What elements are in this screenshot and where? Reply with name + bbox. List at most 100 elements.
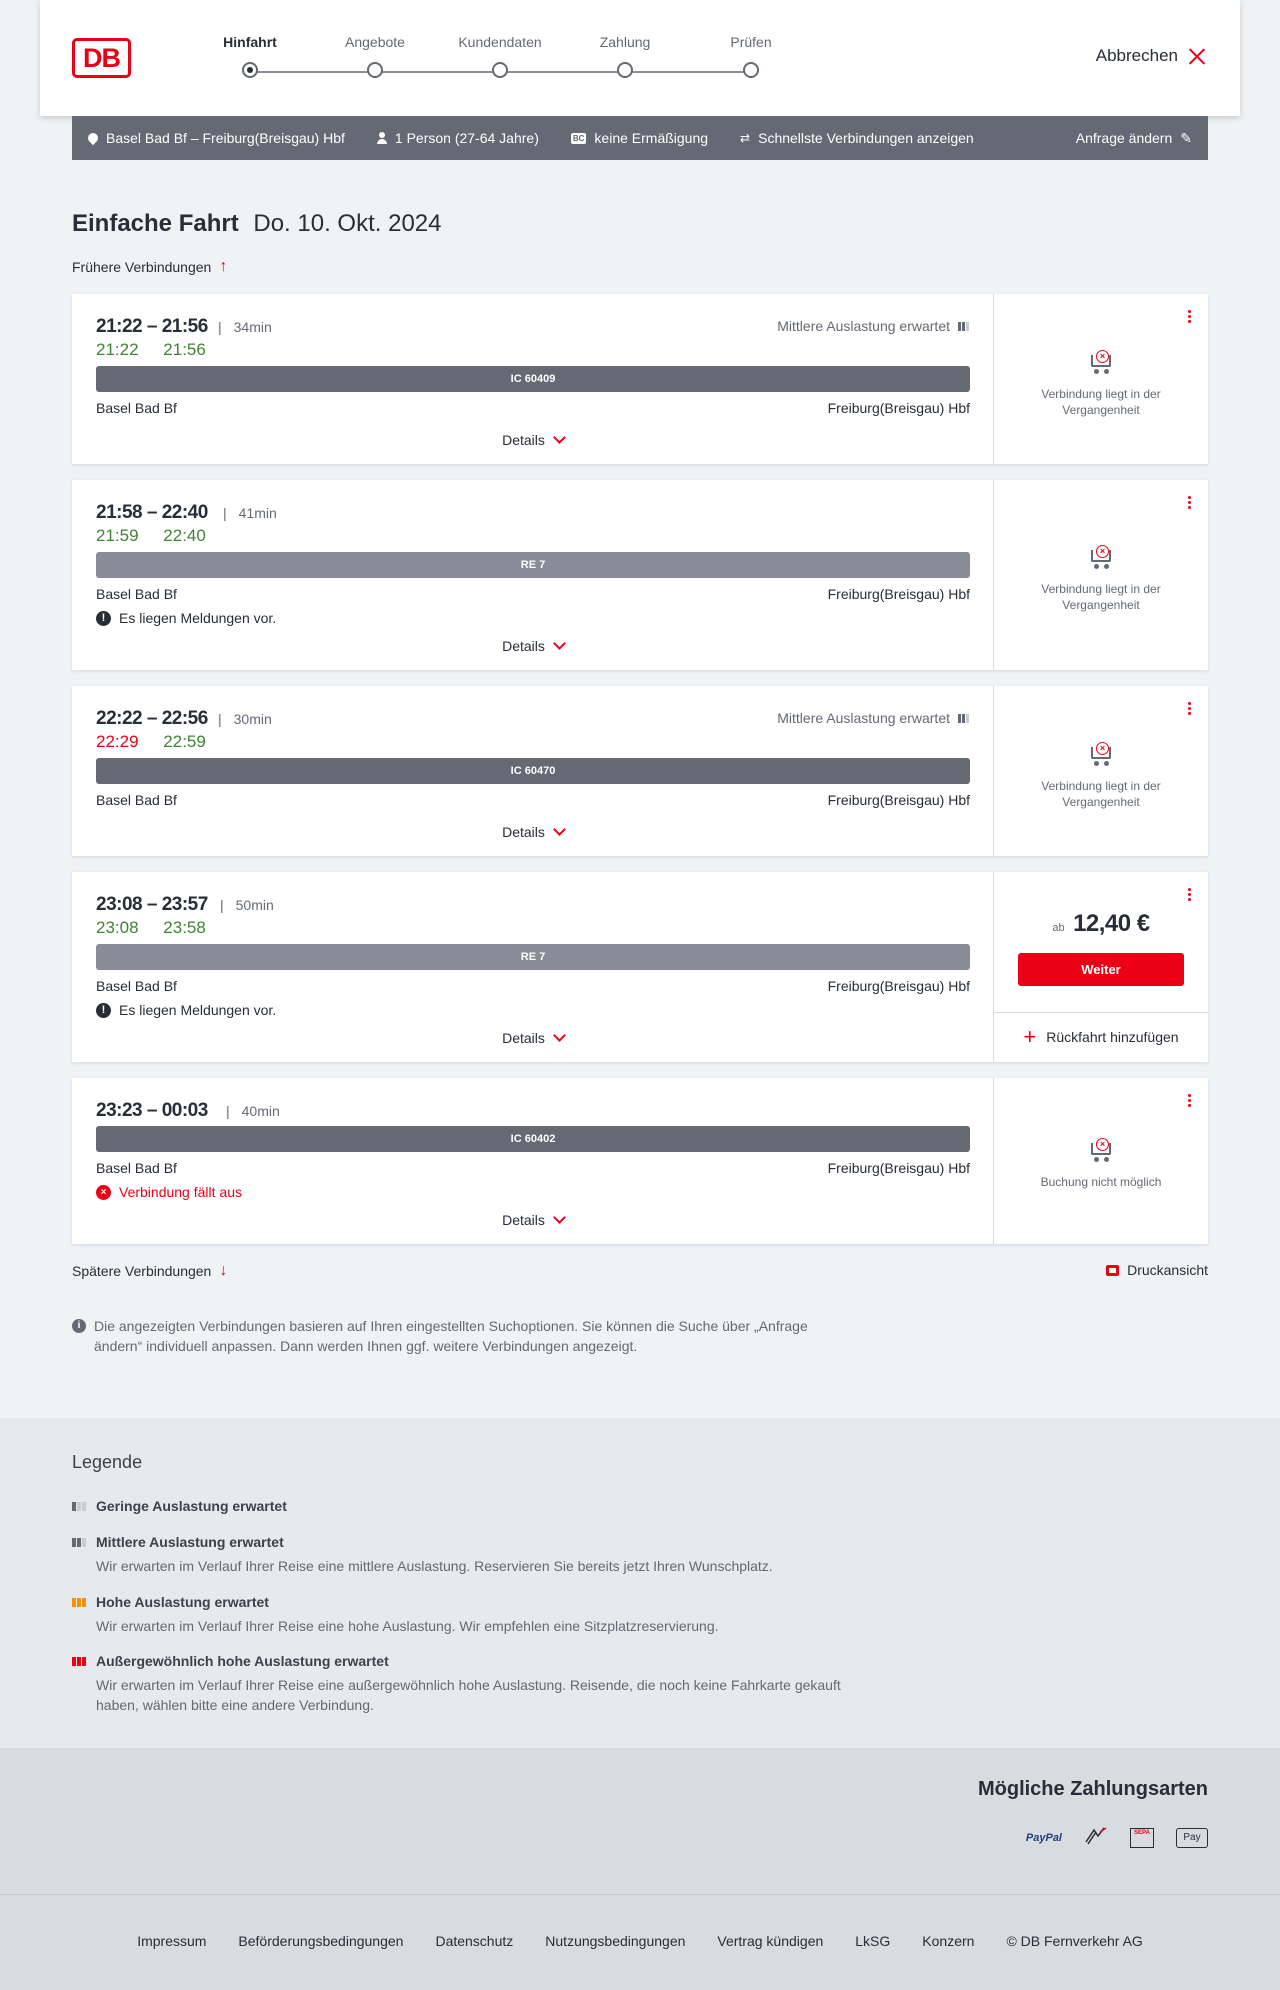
connection-card: 22:22 – 22:56 30min Mittlere Auslastung … (72, 686, 1208, 856)
planned-times: 22:22 – 22:56 (96, 708, 208, 729)
origin-station: Basel Bad Bf (96, 586, 177, 602)
legend-item-title: Außergewöhnlich hohe Auslastung erwartet (96, 1653, 389, 1669)
cart-unavailable-icon: × (1088, 1138, 1114, 1162)
footer-link-impressum[interactable]: Impressum (137, 1933, 206, 1949)
connection-info[interactable]: 23:08 – 23:57 50min 23:08 23:58 RE 7 Bas… (72, 872, 994, 1062)
chevron-down-icon (553, 823, 566, 836)
step-dot (367, 62, 383, 78)
legend-item-medium: Mittlere Auslastung erwartet Wir erwarte… (72, 1534, 852, 1576)
step-label: Zahlung (599, 34, 651, 50)
discount-summary: BC keine Ermäßigung (570, 130, 708, 146)
sepa-icon: SEPA (1130, 1827, 1154, 1848)
realtime-times: 22:29 22:59 (96, 732, 226, 752)
footer-link-vertrag-kuendigen[interactable]: Vertrag kündigen (717, 1933, 823, 1949)
footer-links: Impressum Beförderungsbedingungen Datens… (0, 1933, 1280, 1949)
step-label: Prüfen (730, 34, 772, 50)
legend-section: Legende Geringe Auslastung erwartet Mitt… (0, 1418, 1280, 1748)
train-bar[interactable]: IC 60409 (96, 366, 970, 392)
details-label: Details (502, 1030, 545, 1046)
fastest-summary: ⇄ Schnellste Verbindungen anzeigen (740, 130, 974, 146)
cancel-button[interactable]: Abbrechen (1096, 46, 1206, 66)
chevron-down-icon (553, 637, 566, 650)
past-connection-info: × Verbindung liegt in der Vergangenheit (994, 350, 1208, 418)
planned-times: 21:58 – 22:40 (96, 502, 208, 523)
details-toggle[interactable]: Details (72, 637, 994, 654)
print-view-link[interactable]: Druckansicht (1106, 1262, 1208, 1278)
train-bar[interactable]: IC 60402 (96, 1126, 970, 1152)
destination-station: Freiburg(Breisgau) Hbf (827, 586, 970, 602)
connection-info[interactable]: 22:22 – 22:56 30min Mittlere Auslastung … (72, 686, 994, 856)
more-options-icon[interactable] (1188, 888, 1192, 901)
occupancy-text: Mittlere Auslastung erwartet (777, 710, 950, 726)
footer-link-konzern[interactable]: Konzern (922, 1933, 974, 1949)
past-connection-text: Verbindung liegt in der Vergangenheit (1041, 582, 1161, 612)
details-toggle[interactable]: Details (72, 431, 994, 448)
realtime-departure: 23:08 (96, 918, 139, 937)
price-value: 12,40 € (1073, 910, 1150, 937)
realtime-arrival: 21:56 (163, 340, 206, 359)
more-options-icon[interactable] (1188, 702, 1192, 715)
db-logo[interactable]: DB (72, 38, 131, 78)
details-label: Details (502, 1212, 545, 1228)
legend-item-low: Geringe Auslastung erwartet (72, 1498, 852, 1514)
train-bar[interactable]: RE 7 (96, 944, 970, 970)
step-label: Angebote (345, 34, 405, 50)
legend-item-text: Wir erwarten im Verlauf Ihrer Reise eine… (96, 1558, 773, 1574)
occupancy-info: Mittlere Auslastung erwartet (777, 710, 969, 726)
duration: 50min (220, 897, 274, 913)
footer-link-nutzungsbedingungen[interactable]: Nutzungsbedingungen (545, 1933, 685, 1949)
edit-request-button[interactable]: Anfrage ändern ✎ (1076, 130, 1192, 147)
message-text: Es liegen Meldungen vor. (119, 610, 277, 626)
apple-pay-icon: Pay (1176, 1827, 1208, 1848)
booking-unavailable-text: Buchung nicht möglich (1040, 1175, 1162, 1189)
footer-link-befoerderungsbedingungen[interactable]: Beförderungsbedingungen (238, 1933, 403, 1949)
more-options-icon[interactable] (1188, 496, 1192, 509)
earlier-connections-link[interactable]: Frühere Verbindungen ↑ (72, 258, 227, 276)
message-notice: ! Es liegen Meldungen vor. (96, 610, 276, 626)
details-toggle[interactable]: Details (72, 1211, 994, 1228)
step-kundendaten: Kundendaten (440, 34, 560, 78)
destination-station: Freiburg(Breisgau) Hbf (827, 978, 970, 994)
continue-button[interactable]: Weiter (1018, 953, 1184, 986)
medium-occupancy-icon (958, 713, 969, 723)
more-options-icon[interactable] (1188, 1094, 1192, 1107)
train-bar[interactable]: IC 60470 (96, 758, 970, 784)
add-return-trip-button[interactable]: + Rückfahrt hinzufügen (994, 1012, 1208, 1060)
details-label: Details (502, 638, 545, 654)
train-bar[interactable]: RE 7 (96, 552, 970, 578)
realtime-times: 21:59 22:40 (96, 526, 226, 546)
past-connection-text: Verbindung liegt in der Vergangenheit (1041, 387, 1161, 417)
details-toggle[interactable]: Details (72, 1029, 994, 1046)
step-pruefen: Prüfen (691, 34, 811, 78)
apple-pay-label: Pay (1183, 1831, 1201, 1843)
details-toggle[interactable]: Details (72, 823, 994, 840)
chevron-down-icon (553, 1211, 566, 1224)
passenger-text: 1 Person (27-64 Jahre) (394, 130, 539, 146)
legend-item-text: Wir erwarten im Verlauf Ihrer Reise eine… (96, 1618, 719, 1634)
legend-title: Legende (72, 1452, 143, 1472)
booking-unavailable-info: × Buchung nicht möglich (994, 1138, 1208, 1190)
cancel-label: Abbrechen (1095, 46, 1178, 65)
person-icon (376, 132, 387, 144)
fastest-text: Schnellste Verbindungen anzeigen (758, 130, 974, 146)
connection-info[interactable]: 21:58 – 22:40 41min 21:59 22:40 RE 7 Bas… (72, 480, 994, 670)
payment-methods-section: Mögliche Zahlungsarten PayPal SEPA Pay (0, 1748, 1280, 1894)
occupancy-text: Mittlere Auslastung erwartet (777, 318, 950, 334)
legend-item-high: Hohe Auslastung erwartet Wir erwarten im… (72, 1594, 852, 1636)
stations: Basel Bad Bf Freiburg(Breisgau) Hbf (96, 1160, 970, 1176)
search-info-note: i Die angezeigten Verbindungen basieren … (72, 1316, 852, 1356)
step-hinfahrt[interactable]: Hinfahrt (190, 34, 310, 78)
connection-info[interactable]: 23:23 – 00:03 40min IC 60402 Basel Bad B… (72, 1078, 994, 1244)
connection-info[interactable]: 21:22 – 21:56 34min Mittlere Auslastung … (72, 294, 994, 464)
search-summary-bar: Basel Bad Bf – Freiburg(Breisgau) Hbf 1 … (72, 116, 1208, 160)
later-connections-link[interactable]: Spätere Verbindungen ↓ (72, 1262, 227, 1280)
more-options-icon[interactable] (1188, 310, 1192, 323)
step-angebote: Angebote (315, 34, 435, 78)
footer-link-lksg[interactable]: LkSG (855, 1933, 890, 1949)
footer-link-datenschutz[interactable]: Datenschutz (435, 1933, 513, 1949)
cart-unavailable-icon: × (1088, 742, 1114, 766)
destination-station: Freiburg(Breisgau) Hbf (827, 400, 970, 416)
plus-icon: + (1023, 1023, 1037, 1049)
footer: Impressum Beförderungsbedingungen Datens… (0, 1894, 1280, 1990)
connection-card: 21:58 – 22:40 41min 21:59 22:40 RE 7 Bas… (72, 480, 1208, 670)
